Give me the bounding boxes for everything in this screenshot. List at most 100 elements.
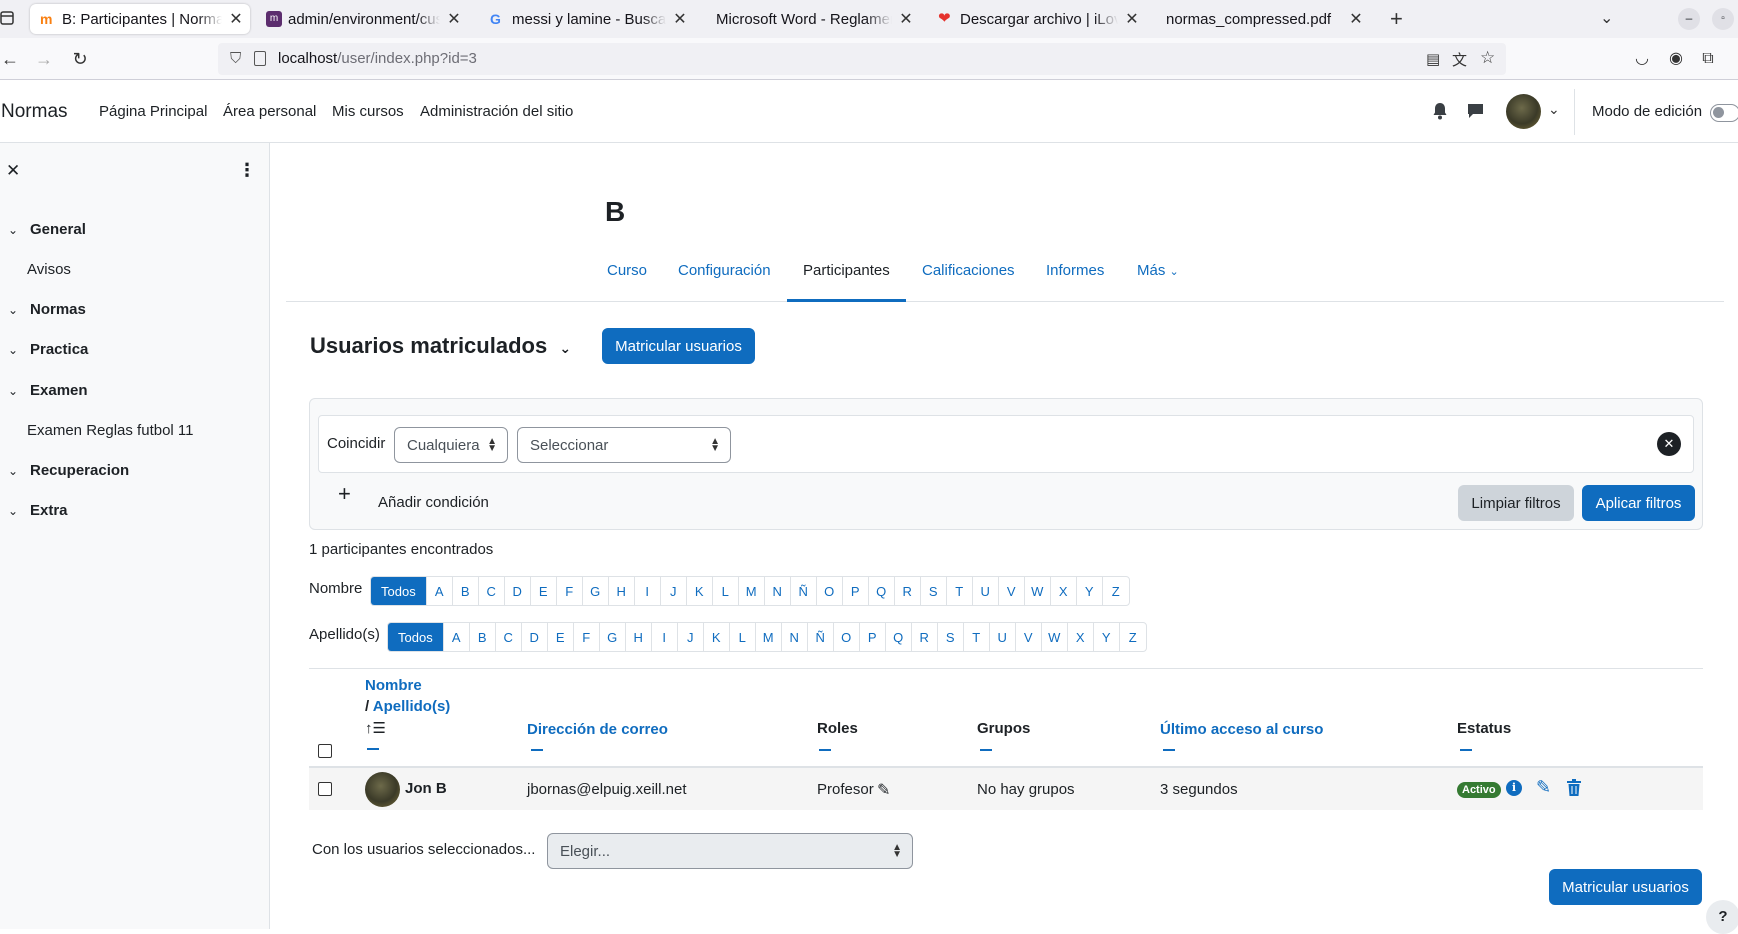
reader-view-icon[interactable]: ▤ xyxy=(1426,50,1440,68)
chevron-down-icon[interactable]: ⌄ xyxy=(8,504,22,518)
bookmark-star-icon[interactable]: ☆ xyxy=(1480,48,1495,68)
sort-email-link[interactable]: Dirección de correo xyxy=(527,721,668,738)
chevron-down-icon[interactable]: ⌄ xyxy=(8,384,22,398)
initial-letter[interactable]: L xyxy=(730,623,756,651)
close-icon[interactable]: ✕ xyxy=(1124,9,1140,29)
initial-letter[interactable]: N xyxy=(782,623,808,651)
sort-surname-link[interactable]: Apellido(s) xyxy=(373,698,451,715)
initial-letter[interactable]: Q xyxy=(886,623,912,651)
initial-letter[interactable]: B xyxy=(453,577,479,605)
chevron-down-icon[interactable]: ⌄ xyxy=(8,464,22,478)
initial-letter[interactable]: L xyxy=(713,577,739,605)
new-tab-icon[interactable]: + xyxy=(1390,6,1403,32)
sort-last-access-link[interactable]: Último acceso al curso xyxy=(1160,721,1323,738)
close-icon[interactable]: ✕ xyxy=(446,9,462,29)
initial-letter[interactable]: W xyxy=(1025,577,1051,605)
initial-letter[interactable]: A xyxy=(427,577,453,605)
sort-name-link[interactable]: Nombre xyxy=(365,677,422,694)
initial-letter[interactable]: P xyxy=(860,623,886,651)
initial-letter[interactable]: V xyxy=(1016,623,1042,651)
bell-icon[interactable] xyxy=(1432,102,1448,125)
chevron-down-icon[interactable]: ⌄ xyxy=(8,343,22,357)
tab-admin-environment[interactable]: m admin/environment/custom ✕ xyxy=(256,4,468,34)
tab-calificaciones[interactable]: Calificaciones xyxy=(922,262,1015,279)
initial-letter[interactable]: K xyxy=(704,623,730,651)
activity-avisos[interactable]: Avisos xyxy=(27,261,71,278)
initial-letter[interactable]: B xyxy=(470,623,496,651)
chevron-down-icon[interactable]: ⌄ xyxy=(8,303,22,317)
initial-letter[interactable]: V xyxy=(999,577,1025,605)
initial-letter[interactable]: S xyxy=(938,623,964,651)
initial-letter[interactable]: Y xyxy=(1094,623,1120,651)
initial-letter[interactable]: R xyxy=(912,623,938,651)
initial-letter[interactable]: D xyxy=(522,623,548,651)
hide-column-icon[interactable] xyxy=(1163,749,1175,751)
apply-filters-button[interactable]: Aplicar filtros xyxy=(1582,485,1695,521)
section-general[interactable]: ⌄ General xyxy=(8,221,86,238)
initial-letter[interactable]: T xyxy=(947,577,973,605)
edit-enrolment-icon[interactable]: ✎ xyxy=(1536,777,1551,798)
extensions-icon[interactable]: ⧉ xyxy=(1696,47,1720,71)
user-avatar[interactable] xyxy=(1506,94,1541,129)
initial-letter[interactable]: U xyxy=(990,623,1016,651)
initial-letter[interactable]: H xyxy=(609,577,635,605)
initial-letter[interactable]: M xyxy=(739,577,765,605)
pencil-icon[interactable]: ✎ xyxy=(877,780,890,800)
tab-google-search[interactable]: G messi y lamine - Buscar con Google ✕ xyxy=(480,4,694,34)
translate-icon[interactable]: 文 xyxy=(1452,49,1467,70)
initial-letter[interactable]: J xyxy=(678,623,704,651)
initial-letter[interactable]: Y xyxy=(1077,577,1103,605)
avatar[interactable] xyxy=(365,772,400,807)
tab-word-document[interactable]: Microsoft Word - Reglamento ✕ xyxy=(704,4,920,34)
site-brand[interactable]: Normas xyxy=(1,101,68,123)
initial-letter[interactable]: W xyxy=(1042,623,1068,651)
nav-my-courses[interactable]: Mis cursos xyxy=(332,103,404,120)
activity-examen-reglas[interactable]: Examen Reglas futbol 11 xyxy=(27,422,194,439)
chevron-down-icon[interactable]: ⌄ xyxy=(1600,8,1613,28)
section-normas[interactable]: ⌄ Normas xyxy=(8,301,86,318)
plus-icon[interactable]: + xyxy=(338,481,351,507)
initial-letter[interactable]: N xyxy=(765,577,791,605)
initial-letter[interactable]: Z xyxy=(1120,623,1146,651)
hide-column-icon[interactable] xyxy=(819,749,831,751)
initial-letter[interactable]: P xyxy=(843,577,869,605)
chat-icon[interactable] xyxy=(1467,102,1484,124)
hide-column-icon[interactable] xyxy=(367,748,379,750)
hide-column-icon[interactable] xyxy=(1460,749,1472,751)
initial-letter[interactable]: S xyxy=(921,577,947,605)
initial-letter[interactable]: M xyxy=(756,623,782,651)
hide-column-icon[interactable] xyxy=(980,749,992,751)
tab-participantes[interactable]: Participantes xyxy=(803,262,890,279)
info-icon[interactable]: i xyxy=(1506,780,1522,796)
initial-letter[interactable]: C xyxy=(496,623,522,651)
sort-ascending-icon[interactable]: ↑☰ xyxy=(365,719,386,737)
initial-letter[interactable]: G xyxy=(600,623,626,651)
initial-letter[interactable]: D xyxy=(505,577,531,605)
tab-ilovepdf[interactable]: ❤ Descargar archivo | iLovePDF ✕ xyxy=(930,4,1146,34)
initial-letter[interactable]: R xyxy=(895,577,921,605)
enrol-users-button-bottom[interactable]: Matricular usuarios xyxy=(1549,869,1702,905)
participant-name[interactable]: Jon B xyxy=(405,780,447,797)
maximize-icon[interactable]: ▫ xyxy=(1712,8,1734,30)
tab-configuracion[interactable]: Configuración xyxy=(678,262,771,279)
address-bar[interactable]: ⛉ localhost/user/index.php?id=3 ▤ 文 ☆ xyxy=(218,43,1506,75)
remove-filter-icon[interactable]: ✕ xyxy=(1657,432,1681,456)
chevron-down-icon[interactable]: ⌄ xyxy=(1548,101,1560,118)
pocket-icon[interactable]: ◡ xyxy=(1630,47,1654,71)
forward-icon[interactable]: → xyxy=(32,47,56,71)
tab-normas-pdf[interactable]: normas_compressed.pdf ✕ xyxy=(1156,4,1370,34)
initial-letter[interactable]: O xyxy=(817,577,843,605)
initial-letter[interactable]: H xyxy=(626,623,652,651)
close-drawer-icon[interactable]: ✕ xyxy=(6,161,20,181)
initial-all[interactable]: Todos xyxy=(388,623,444,651)
select-all-checkbox[interactable] xyxy=(318,744,332,758)
tab-curso[interactable]: Curso xyxy=(607,262,647,279)
initial-letter[interactable]: K xyxy=(687,577,713,605)
row-checkbox[interactable] xyxy=(318,782,332,796)
tab-list-icon[interactable] xyxy=(0,10,14,26)
initial-letter[interactable]: G xyxy=(583,577,609,605)
bulk-actions-select[interactable]: Elegir... ▲ ▼ xyxy=(547,833,913,869)
minimize-icon[interactable]: – xyxy=(1678,8,1700,30)
hide-column-icon[interactable] xyxy=(531,749,543,751)
initial-letter[interactable]: Ñ xyxy=(808,623,834,651)
